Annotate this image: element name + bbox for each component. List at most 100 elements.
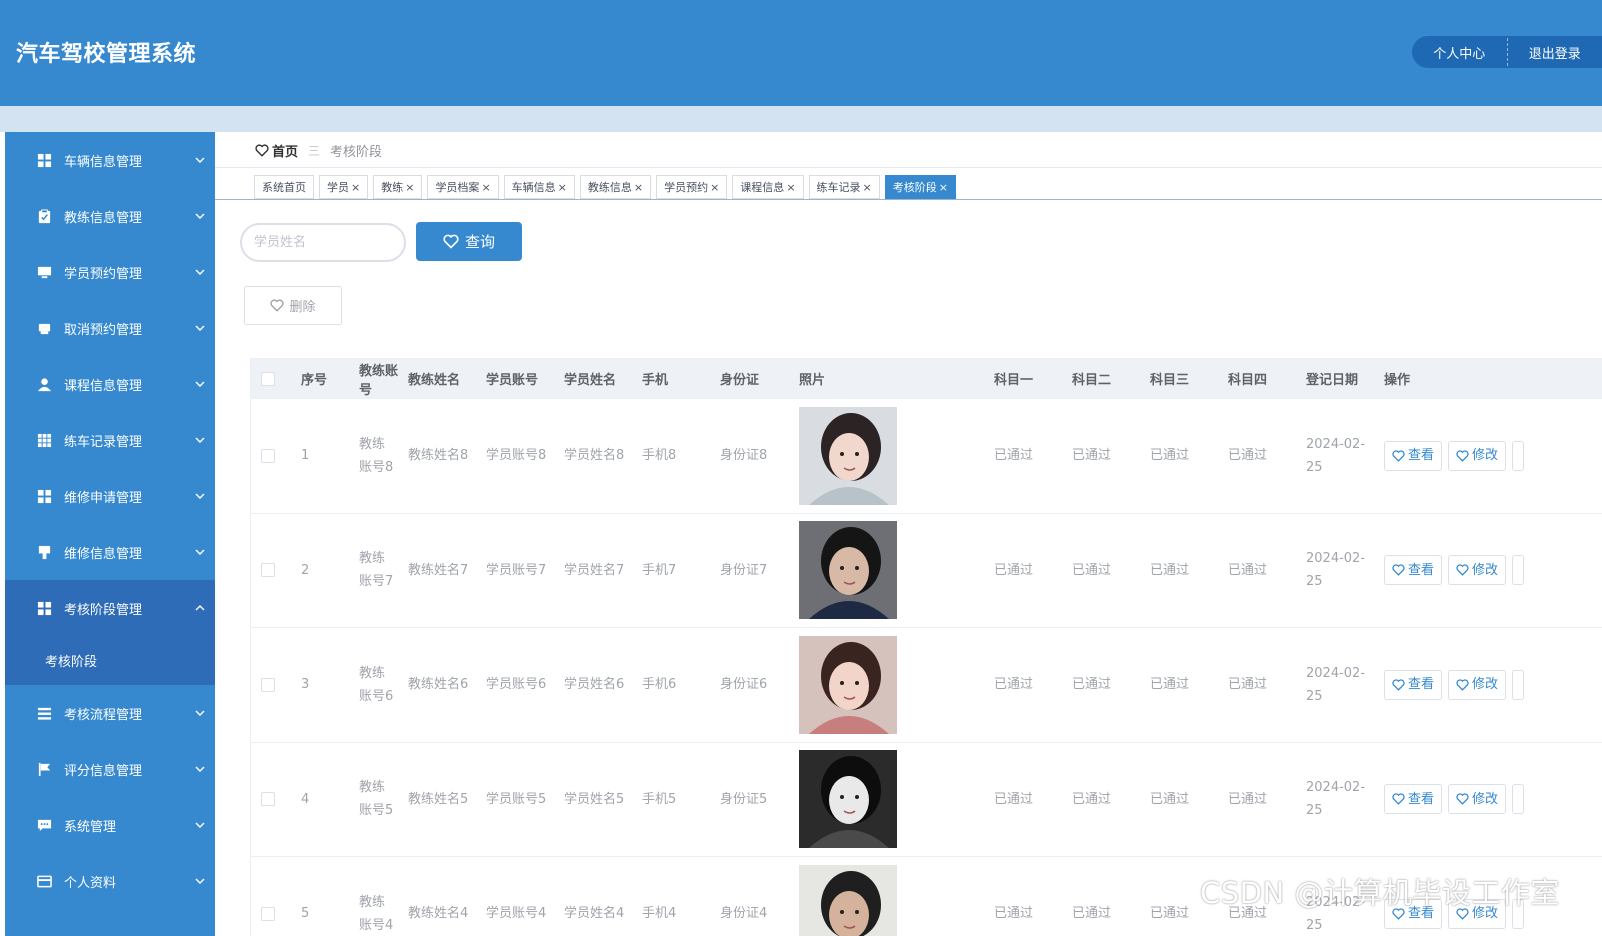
header: 汽车驾校管理系统 个人中心 退出登录 (0, 0, 1602, 106)
row-checkbox[interactable] (261, 563, 275, 578)
checkbox-cell (251, 563, 301, 578)
sidebar-item[interactable]: 学员预约管理 (5, 244, 215, 300)
tab[interactable]: 学员档案 × (427, 175, 499, 199)
tab-label: 学员预约 (664, 181, 709, 194)
close-icon[interactable]: × (481, 181, 490, 194)
student-photo[interactable] (799, 406, 897, 505)
table-cell: 学员姓名4 (564, 906, 625, 922)
sidebar-item[interactable]: 课程信息管理 (5, 356, 215, 412)
sidebar-item-label: 车辆信息管理 (64, 154, 143, 170)
table-cell: 手机7 (642, 562, 677, 578)
sidebar-item[interactable]: 取消预约管理 (5, 300, 215, 356)
delete-button[interactable]: 删除 (244, 286, 342, 325)
delete-row-button[interactable] (1512, 784, 1525, 815)
student-photo[interactable] (799, 750, 897, 849)
column-header: 科目三 (1150, 373, 1190, 388)
checkbox-cell (251, 448, 301, 463)
top-nav: 个人中心 退出登录 (1412, 36, 1602, 68)
close-icon[interactable]: × (786, 181, 795, 194)
edit-button[interactable]: 修改 (1448, 784, 1507, 815)
sidebar-item[interactable]: 教练信息管理 (5, 188, 215, 244)
heart-icon (1456, 793, 1469, 806)
delete-row-button[interactable] (1512, 440, 1525, 471)
row-checkbox[interactable] (261, 677, 275, 692)
heart-icon (270, 299, 285, 312)
column-header: 操作 (1384, 373, 1411, 388)
table-cell: 教练账号7 (359, 551, 394, 590)
student-photo[interactable] (799, 635, 897, 734)
table-cell: 教练姓名6 (408, 677, 469, 693)
close-icon[interactable]: × (405, 181, 414, 194)
sidebar-item[interactable]: 维修申请管理 (5, 468, 215, 524)
student-name-search-input[interactable] (240, 223, 406, 262)
logout-link[interactable]: 退出登录 (1508, 43, 1602, 62)
table-cell: 学员姓名8 (564, 448, 625, 464)
sidebar-item-label: 维修申请管理 (64, 490, 143, 506)
sidebar-item[interactable]: 评分信息管理 (5, 741, 215, 797)
main-content: 首页 三 考核阶段 系统首页 学员 × 教练 × 学员档案 × 车辆信息 × 教练信息 × 学员预约 ×… (215, 132, 1602, 936)
sidebar-item[interactable]: 考核阶段管理 (5, 580, 215, 636)
close-icon[interactable]: × (710, 181, 719, 194)
sidebar-item[interactable]: 练车记录管理 (5, 412, 215, 468)
close-icon[interactable]: × (351, 181, 360, 194)
heart-icon (1456, 450, 1469, 462)
sidebar-item[interactable]: 考核流程管理 (5, 685, 215, 741)
column-header: 科目一 (994, 373, 1034, 388)
close-icon[interactable]: × (634, 181, 643, 194)
table-cell: 已通过 (994, 448, 1034, 464)
table-cell: 学员姓名5 (564, 791, 625, 807)
breadcrumb: 首页 三 考核阶段 (255, 141, 382, 160)
table-cell: 学员账号5 (486, 791, 547, 807)
view-button-label: 查看 (1408, 562, 1435, 578)
view-button[interactable]: 查看 (1384, 784, 1443, 815)
sidebar-item[interactable]: 维修信息管理 (5, 524, 215, 580)
tab-label: 教练 (381, 181, 404, 194)
sidebar-item[interactable]: 车辆信息管理 (5, 132, 215, 188)
close-icon[interactable]: × (863, 181, 872, 194)
table-cell: 1 (301, 448, 310, 464)
column-header: 教练姓名 (408, 373, 461, 388)
edit-button[interactable]: 修改 (1448, 440, 1507, 471)
tab[interactable]: 教练 × (373, 175, 423, 199)
student-photo[interactable] (799, 521, 897, 620)
tab[interactable]: 练车记录 × (808, 175, 880, 199)
student-photo[interactable] (799, 864, 897, 936)
query-button[interactable]: 查询 (416, 222, 522, 261)
tab[interactable]: 车辆信息 × (503, 175, 575, 199)
table-body: 1 教练账号8 教练姓名8 学员账号8 学员姓名8 手机8 身份证8 已通过 已通过 已通过 已通过… (251, 399, 1602, 936)
submenu-item-exam-stage[interactable]: 考核阶段 (5, 636, 215, 685)
delete-row-button[interactable] (1512, 555, 1525, 586)
sidebar-item[interactable]: 个人资料 (5, 853, 215, 909)
delete-row-button[interactable] (1512, 669, 1525, 700)
close-icon[interactable]: × (939, 181, 948, 194)
tab[interactable]: 学员预约 × (656, 175, 728, 199)
row-checkbox[interactable] (261, 906, 275, 921)
view-button[interactable]: 查看 (1384, 669, 1443, 700)
tab[interactable]: 系统首页 (254, 175, 314, 199)
view-button[interactable]: 查看 (1384, 555, 1443, 586)
row-checkbox[interactable] (261, 792, 275, 807)
table-cell: 4 (301, 791, 310, 807)
view-button[interactable]: 查看 (1384, 440, 1443, 471)
tab[interactable]: 学员 × (319, 175, 369, 199)
row-checkbox[interactable] (261, 448, 275, 463)
tab[interactable]: 考核阶段 × (884, 175, 956, 199)
tab[interactable]: 课程信息 × (732, 175, 804, 199)
edit-button[interactable]: 修改 (1448, 669, 1507, 700)
chevron-down-icon (185, 379, 215, 390)
chevron-down-icon (185, 435, 215, 446)
edit-button[interactable]: 修改 (1448, 555, 1507, 586)
close-icon[interactable]: × (558, 181, 567, 194)
personal-center-link[interactable]: 个人中心 (1412, 43, 1507, 62)
table-cell: 已通过 (994, 906, 1034, 922)
tab[interactable]: 教练信息 × (579, 175, 652, 199)
table-cell: 已通过 (1150, 677, 1190, 693)
sidebar-item-label: 系统管理 (64, 819, 117, 835)
photo-cell (799, 750, 994, 849)
query-button-label: 查询 (464, 233, 495, 251)
breadcrumb-home[interactable]: 首页 (255, 141, 298, 160)
table-cell: 已通过 (1228, 791, 1268, 807)
sidebar-item[interactable]: 系统管理 (5, 797, 215, 853)
select-all-checkbox[interactable] (261, 371, 275, 386)
table-cell: 教练账号4 (359, 894, 394, 933)
